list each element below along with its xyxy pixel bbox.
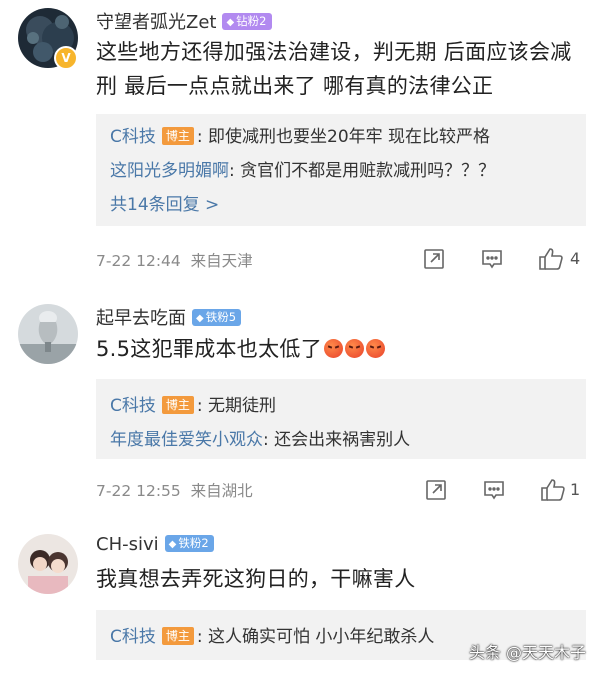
reply-text: : 这人确实可怕 小小年纪敢杀人 (196, 627, 435, 647)
reply-box[interactable]: C科技 博主: 无期徒刑 年度最佳爱笑小观众: 还会出来祸害别人 (96, 379, 586, 459)
angry-emoji-icon (366, 339, 385, 358)
reply-username[interactable]: C科技 (110, 627, 156, 647)
reply-text: : 无期徒刑 (196, 396, 277, 416)
reply-username[interactable]: 年度最佳爱笑小观众 (110, 430, 263, 450)
reply-text: : 贪官们不都是用赃款减刑吗？？？ (229, 161, 496, 181)
reply-username[interactable]: 这阳光多明媚啊 (110, 161, 229, 181)
username-text[interactable]: 起早去吃面 (96, 308, 186, 329)
username-text[interactable]: CH-sivi (96, 534, 159, 555)
diamond-icon: ◆ (226, 17, 235, 28)
thumbs-up-icon[interactable] (538, 247, 564, 271)
fan-badge: ◆ 铁粉2 (164, 535, 214, 552)
username[interactable]: 起早去吃面 ◆ 铁粉5 (96, 304, 242, 330)
more-replies-link[interactable]: 共14条回复 > (110, 190, 219, 215)
share-icon[interactable] (422, 247, 446, 271)
iron-icon: ◆ (196, 313, 204, 324)
host-badge: 博主 (161, 396, 194, 414)
username-text[interactable]: 守望者弧光Zet (96, 12, 216, 33)
comment-icon[interactable] (480, 247, 504, 271)
reply-item[interactable]: C科技 博主: 即使减刑也要坐20年牢 现在比较严格 (110, 122, 490, 147)
thumbs-up-icon[interactable] (540, 478, 566, 502)
angry-emoji-icon (345, 339, 364, 358)
comment-text: 我真想去弄死这狗日的，干嘛害人 (96, 567, 416, 591)
reply-item[interactable]: C科技 博主: 这人确实可怕 小小年纪敢杀人 (110, 622, 434, 647)
angry-emoji-icon (324, 339, 343, 358)
fan-badge-label: 钻粉2 (236, 14, 267, 28)
reply-item[interactable]: C科技 博主: 无期徒刑 (110, 391, 276, 416)
like-count: 1 (570, 480, 581, 499)
avatar[interactable] (18, 534, 78, 594)
timestamp: 7-22 12:44 (96, 252, 181, 270)
like-count: 4 (570, 249, 581, 268)
reply-item[interactable]: 这阳光多明媚啊: 贪官们不都是用赃款减刑吗？？？ (110, 156, 495, 181)
reply-username[interactable]: C科技 (110, 127, 156, 147)
comment-meta: 7-22 12:55 来自湖北 (96, 479, 253, 501)
comment-text-body: 5.5这犯罪成本也太低了 (96, 337, 322, 361)
fan-badge: ◆ 钻粉2 (222, 13, 272, 30)
username[interactable]: 守望者弧光Zet ◆ 钻粉2 (96, 8, 272, 34)
username[interactable]: CH-sivi ◆ 铁粉2 (96, 534, 214, 555)
reply-box[interactable]: C科技 博主: 即使减刑也要坐20年牢 现在比较严格 这阳光多明媚啊: 贪官们不都… (96, 114, 586, 226)
reply-text: : 即使减刑也要坐20年牢 现在比较严格 (196, 127, 491, 147)
fan-badge-label: 铁粉2 (178, 536, 209, 550)
reply-item[interactable]: 年度最佳爱笑小观众: 还会出来祸害别人 (110, 425, 410, 450)
iron-icon: ◆ (168, 539, 177, 550)
comment-text: 5.5这犯罪成本也太低了 (96, 332, 586, 366)
host-badge: 博主 (161, 627, 194, 645)
watermark: 头条 @天天木子 (468, 643, 586, 662)
comment-icon[interactable] (482, 478, 506, 502)
share-icon[interactable] (424, 478, 448, 502)
vip-icon: V (54, 46, 78, 70)
fan-badge-label: 铁粉5 (205, 310, 237, 324)
timestamp: 7-22 12:55 (96, 482, 181, 500)
host-badge: 博主 (161, 127, 194, 145)
reply-username[interactable]: C科技 (110, 396, 156, 416)
reply-text: : 还会出来祸害别人 (263, 430, 411, 450)
location: 来自湖北 (190, 482, 253, 500)
comment-meta: 7-22 12:44 来自天津 (96, 249, 253, 271)
fan-badge: ◆ 铁粉5 (192, 309, 242, 326)
location: 来自天津 (190, 252, 253, 270)
comment-text: 这些地方还得加强法治建设，判无期 后面应该会减刑 最后一点点就出来了 哪有真的法… (96, 40, 572, 98)
avatar[interactable] (18, 304, 78, 364)
